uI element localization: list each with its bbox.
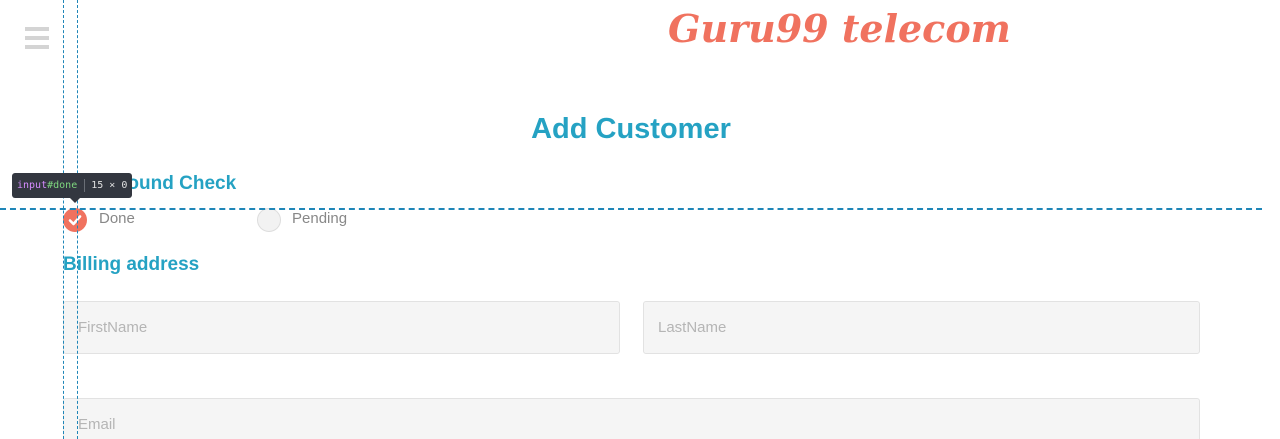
- inspector-guide-horizontal: [0, 208, 1262, 210]
- inspector-guide-right: [77, 0, 78, 439]
- hamburger-menu-icon[interactable]: [25, 27, 49, 49]
- first-name-input[interactable]: [63, 301, 620, 354]
- inspector-size: 15 × 0: [91, 180, 128, 191]
- check-icon: [68, 215, 82, 226]
- inspector-tooltip: input#done 15 × 0: [12, 173, 133, 203]
- last-name-input[interactable]: [643, 301, 1200, 354]
- inspector-guide-left: [63, 0, 64, 439]
- brand-logo[interactable]: Guru99 telecom: [668, 6, 1011, 51]
- pending-label[interactable]: Pending: [292, 210, 347, 227]
- page-title: Add Customer: [531, 113, 731, 145]
- done-label[interactable]: Done: [99, 210, 135, 227]
- billing-address-heading: Billing address: [63, 254, 200, 275]
- email-input[interactable]: [63, 398, 1200, 439]
- pending-radio[interactable]: [257, 208, 281, 232]
- inspector-tag: input: [17, 180, 48, 191]
- page: Guru99 telecom Add Customer Background C…: [0, 0, 1280, 439]
- done-radio[interactable]: [63, 208, 87, 232]
- inspector-id: #done: [47, 180, 78, 191]
